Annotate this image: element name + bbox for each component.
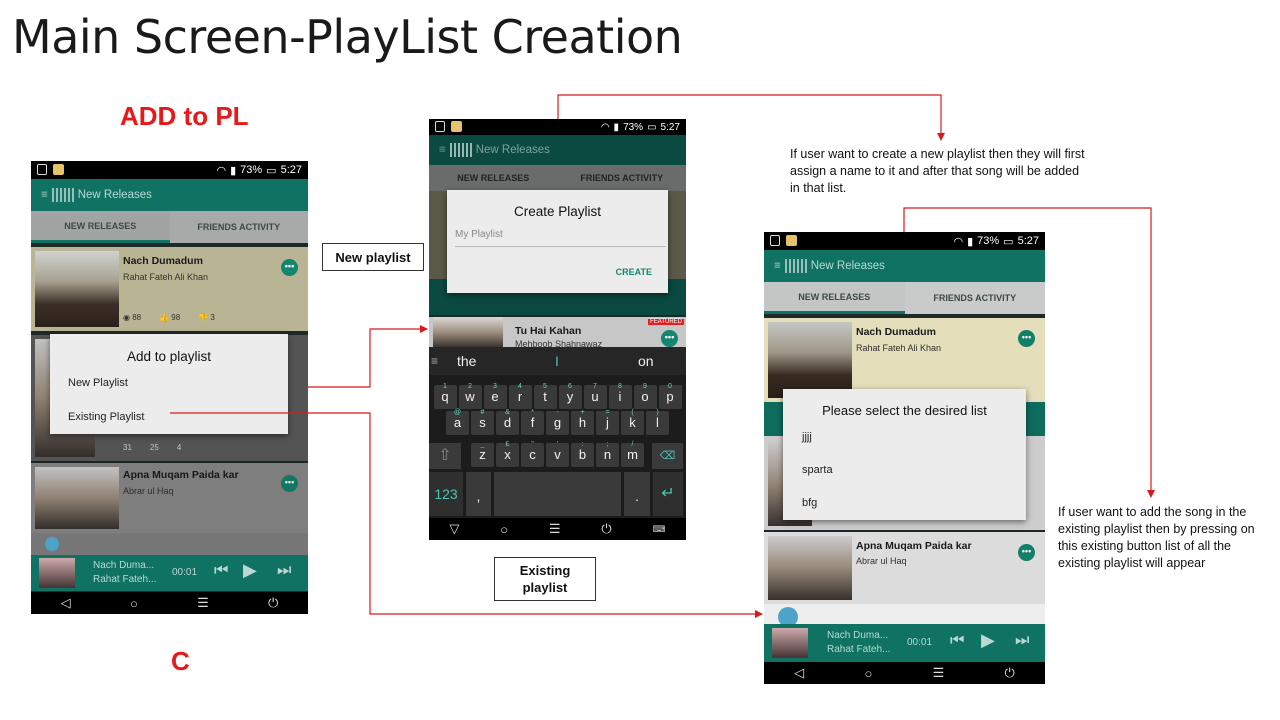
arrow-existing-note	[903, 207, 1155, 498]
arrow-existing-playlist	[170, 412, 763, 618]
arrow-new-playlist	[308, 325, 428, 388]
arrow-create-note	[557, 94, 945, 141]
connector-arrows	[170, 94, 1155, 618]
